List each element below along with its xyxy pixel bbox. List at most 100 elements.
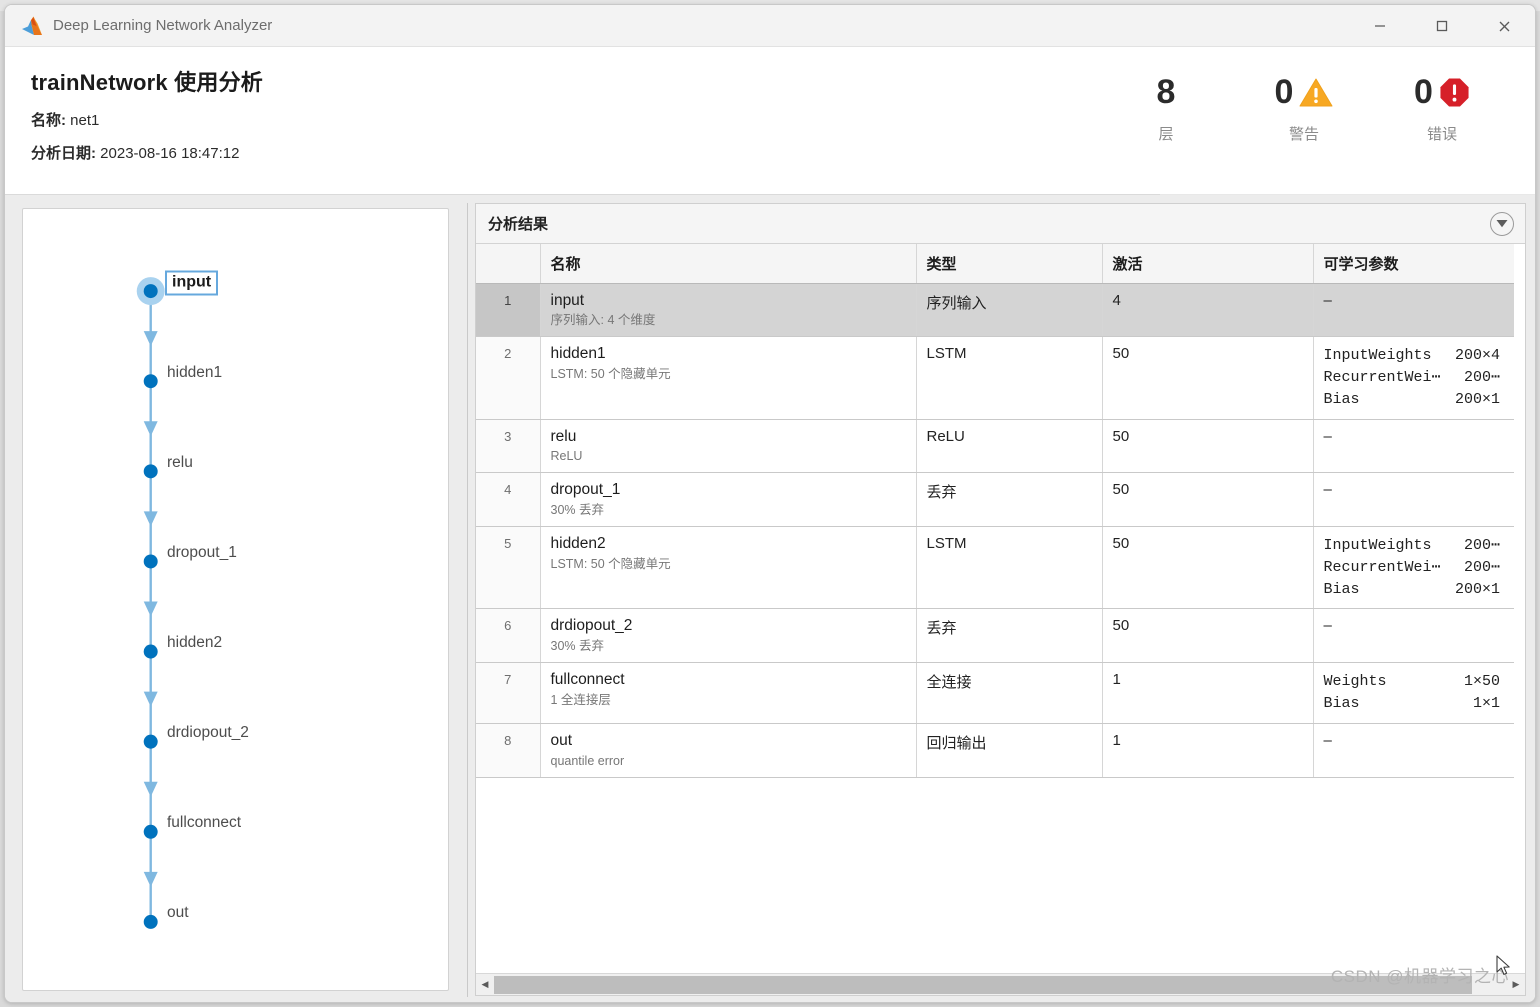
graph-node-fullconnect[interactable]: fullconnect <box>167 814 241 832</box>
layer-learnables: – <box>1313 472 1514 528</box>
collapse-panel-button[interactable] <box>1490 211 1514 236</box>
layer-name: fullconnect <box>550 671 625 689</box>
row-index: 2 <box>476 336 541 420</box>
learnable-name: InputWeights <box>1323 537 1432 555</box>
row-name-cell: out quantile error <box>540 723 917 778</box>
analysis-results-pane: 分析结果 名称 类型 激活 可学习参数 1 input 序列输入: 4 个维度 … <box>475 195 1535 1002</box>
table-row[interactable]: 3 relu ReLU ReLU 50 – <box>476 419 1514 474</box>
network-name-label: 名称: <box>31 112 66 129</box>
graph-node-dropout-1[interactable]: dropout_1 <box>167 544 237 562</box>
layers-counter: 8 层 <box>1097 69 1235 144</box>
graph-node-drdiopout-2[interactable]: drdiopout_2 <box>167 724 249 742</box>
title-bar: Deep Learning Network Analyzer <box>5 5 1535 47</box>
layers-count: 8 <box>1156 73 1176 111</box>
analysis-results-panel: 分析结果 名称 类型 激活 可学习参数 1 input 序列输入: 4 个维度 … <box>475 203 1526 996</box>
graph-node-hidden1[interactable]: hidden1 <box>167 364 222 382</box>
learnable-size: 1×50 <box>1463 673 1500 691</box>
analysis-date-label: 分析日期: <box>31 145 96 162</box>
column-header-index[interactable] <box>476 244 541 284</box>
close-button[interactable] <box>1473 5 1535 47</box>
layer-type: 回归输出 <box>916 723 1103 778</box>
scroll-right-arrow[interactable]: ▶ <box>1507 975 1525 995</box>
graph-node-hidden2[interactable]: hidden2 <box>167 634 222 652</box>
learnable-size: 200⋯ <box>1463 537 1500 555</box>
graph-node-relu[interactable]: relu <box>167 454 193 472</box>
analysis-date-value: 2023-08-16 18:47:12 <box>100 145 240 162</box>
row-name-cell: drdiopout_2 30% 丢弃 <box>540 608 917 664</box>
table-row[interactable]: 8 out quantile error 回归输出 1 – <box>476 723 1514 778</box>
table-row[interactable]: 6 drdiopout_2 30% 丢弃 丢弃 50 – <box>476 608 1514 664</box>
warnings-counter: 0 警告 <box>1235 69 1373 144</box>
layer-type: 丢弃 <box>916 472 1103 528</box>
layer-activations: 1 <box>1102 662 1314 724</box>
horizontal-scrollbar[interactable]: ◀ ▶ <box>476 973 1525 995</box>
network-graph-svg <box>136 277 165 929</box>
analysis-results-title: 分析结果 <box>488 216 549 233</box>
table-row[interactable]: 1 input 序列输入: 4 个维度 序列输入 4 – <box>476 283 1514 338</box>
window-title: Deep Learning Network Analyzer <box>53 17 273 34</box>
network-graph-canvas[interactable]: input hidden1 relu dropout_1 hidden2 drd… <box>22 208 449 991</box>
chevron-down-icon <box>1496 220 1508 228</box>
row-index: 4 <box>476 472 541 528</box>
layer-learnables: – <box>1313 283 1514 338</box>
column-header-learnables[interactable]: 可学习参数 <box>1313 244 1514 284</box>
learnable-size: 200×4 <box>1454 347 1500 365</box>
layer-description: 30% 丢弃 <box>550 503 605 518</box>
errors-counter: 0 错误 <box>1373 69 1511 144</box>
learnable-name: RecurrentWei⋯ <box>1323 558 1441 576</box>
graph-node-out[interactable]: out <box>167 904 189 922</box>
learnable-size: 1×1 <box>1472 695 1500 712</box>
learnable-name: RecurrentWei⋯ <box>1323 369 1441 387</box>
layer-type: 序列输入 <box>916 283 1103 338</box>
errors-count: 0 <box>1414 73 1433 111</box>
layer-name: out <box>550 731 573 749</box>
layer-activations: 4 <box>1102 283 1314 338</box>
column-header-name[interactable]: 名称 <box>540 244 917 284</box>
layer-description: 序列输入: 4 个维度 <box>550 313 656 328</box>
table-row[interactable]: 5 hidden2 LSTM: 50 个隐藏单元 LSTM 50 InputWe… <box>476 526 1514 610</box>
results-table-header-row: 名称 类型 激活 可学习参数 <box>476 244 1514 284</box>
minimize-icon <box>1375 25 1385 27</box>
row-name-cell: hidden2 LSTM: 50 个隐藏单元 <box>540 526 917 610</box>
table-row[interactable]: 4 dropout_1 30% 丢弃 丢弃 50 – <box>476 472 1514 528</box>
analysis-header: trainNetwork 使用分析 名称: net1 分析日期: 2023-08… <box>5 47 1535 195</box>
layer-description: 1 全连接层 <box>550 693 611 708</box>
row-name-cell: relu ReLU <box>540 419 917 474</box>
network-name-value: net1 <box>70 112 100 129</box>
layer-activations: 1 <box>1102 723 1314 778</box>
table-row[interactable]: 2 hidden1 LSTM: 50 个隐藏单元 LSTM 50 InputWe… <box>476 336 1515 420</box>
layer-activations: 50 <box>1102 336 1314 420</box>
matlab-membrane-icon <box>21 16 43 36</box>
column-header-type[interactable]: 类型 <box>916 244 1103 284</box>
learnable-size: 200×1 <box>1454 390 1500 408</box>
warnings-label: 警告 <box>1288 126 1319 143</box>
row-index: 3 <box>476 419 541 474</box>
learnable-size: 200⋯ <box>1463 369 1500 387</box>
scroll-left-arrow[interactable]: ◀ <box>476 975 494 995</box>
scrollbar-track[interactable] <box>494 974 1507 995</box>
layer-type: 丢弃 <box>916 608 1103 664</box>
column-header-activations[interactable]: 激活 <box>1102 244 1314 284</box>
table-row[interactable]: 7 fullconnect 1 全连接层 全连接 1 Weights 1×50 … <box>476 662 1515 724</box>
pane-splitter[interactable] <box>467 203 471 997</box>
scrollbar-thumb[interactable] <box>494 975 1472 994</box>
results-table-container[interactable]: 名称 类型 激活 可学习参数 1 input 序列输入: 4 个维度 序列输入 … <box>476 244 1525 973</box>
learnable-entry: InputWeights 200×4 <box>1324 345 1515 367</box>
minimize-button[interactable] <box>1349 5 1411 47</box>
learnable-name: Bias <box>1323 580 1360 598</box>
learnable-name: Bias <box>1323 695 1360 712</box>
layer-name: dropout_1 <box>550 481 621 499</box>
layer-learnables: – <box>1313 723 1514 778</box>
row-index: 1 <box>476 283 541 338</box>
row-name-cell: input 序列输入: 4 个维度 <box>540 283 917 338</box>
layer-type: ReLU <box>916 419 1103 474</box>
learnable-entry: Bias 1×1 <box>1324 693 1515 715</box>
layer-name: relu <box>550 427 577 445</box>
graph-node-input[interactable]: input <box>165 270 219 296</box>
row-name-cell: dropout_1 30% 丢弃 <box>540 472 917 528</box>
warning-triangle-icon <box>1299 78 1333 106</box>
layer-name: hidden2 <box>550 535 606 553</box>
maximize-button[interactable] <box>1411 5 1473 47</box>
learnable-size: 200×1 <box>1454 580 1500 598</box>
learnable-name: Weights <box>1323 673 1387 691</box>
